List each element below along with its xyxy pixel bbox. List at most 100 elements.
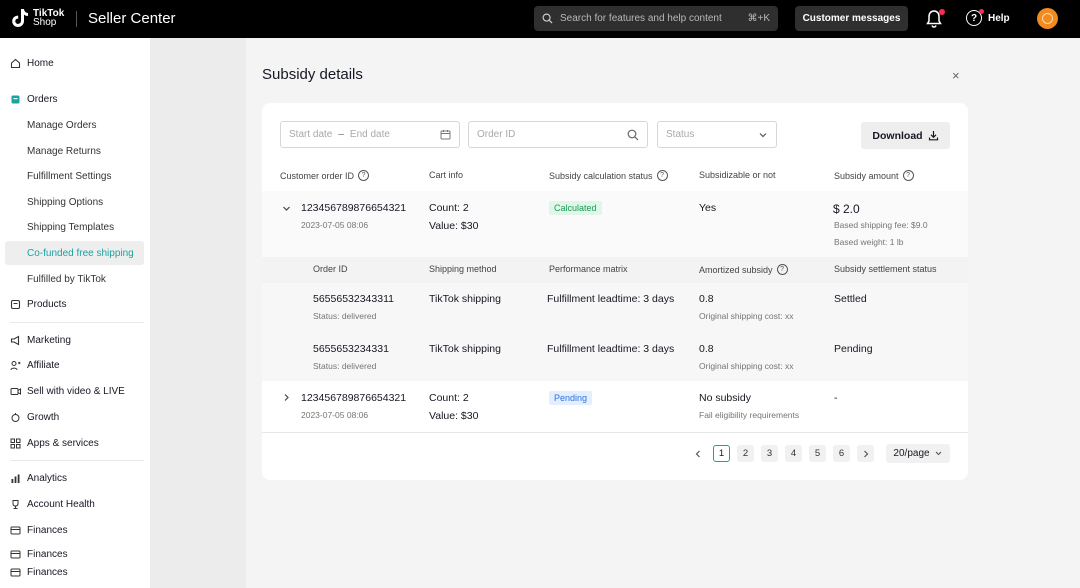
customer-order-id[interactable]: 123456789876654321 [301, 392, 406, 404]
subsidizable-value: Yes [699, 202, 717, 214]
cart-value: Value: $30 [429, 220, 479, 232]
logo-divider [76, 11, 77, 27]
chevron-down-icon [759, 132, 767, 137]
finances-icon [10, 549, 21, 560]
sidebar-item-account-health[interactable]: Account Health [0, 497, 150, 511]
sidebar-item-fulfillment-settings[interactable]: Fulfillment Settings [0, 169, 150, 183]
header-label: Cart info [429, 170, 464, 180]
based-shipping-fee: Based shipping fee: $9.0 [834, 220, 928, 230]
help-label: Help [988, 12, 1010, 24]
header-subsidizable: Subsidizable or not [699, 170, 776, 180]
sidebar-item-shipping-options[interactable]: Shipping Options [0, 195, 150, 209]
page-size-label: 20/page [893, 448, 930, 459]
apps-icon [10, 438, 21, 449]
sidebar-item-orders[interactable]: Orders [0, 92, 150, 106]
help-notification-dot [979, 9, 984, 14]
sidebar-item-finances[interactable]: Finances [0, 565, 150, 579]
help-button[interactable]: ? Help [966, 10, 1010, 26]
sidebar-item-label: Apps & services [27, 437, 99, 449]
status-badge: Pending [549, 391, 593, 405]
info-icon[interactable]: ? [902, 170, 914, 181]
search-icon [627, 129, 639, 140]
page-size-select[interactable]: 20/page [886, 444, 950, 463]
sidebar-item-apps-services[interactable]: Apps & services [0, 436, 150, 450]
sidebar-item-label: Marketing [27, 334, 71, 346]
search-input[interactable]: Search for features and help content ⌘+K [534, 6, 778, 31]
chevron-left-icon [695, 450, 700, 457]
sidebar-item-fulfilled-by-tiktok[interactable]: Fulfilled by TikTok [0, 272, 150, 286]
chevron-down-icon[interactable] [282, 204, 291, 213]
sidebar-item-analytics[interactable]: Analytics [0, 471, 150, 485]
customer-order-id[interactable]: 123456789876654321 [301, 202, 406, 214]
sub-order-id[interactable]: 56556532343311 [313, 293, 394, 305]
sidebar-item-co-funded-free-shipping[interactable]: Co-funded free shipping [5, 241, 144, 265]
finances-icon [10, 525, 21, 536]
sub-order-id[interactable]: 5655653234331 [313, 343, 389, 355]
home-icon [10, 58, 21, 69]
chevron-right-icon [863, 450, 868, 457]
analytics-icon [10, 473, 21, 484]
notification-dot [939, 9, 945, 15]
subsidizable-value: No subsidy [699, 392, 751, 404]
subsidizable-note: Fail eligibility requirements [699, 410, 800, 420]
megaphone-icon [10, 335, 21, 346]
app-title: Seller Center [88, 10, 176, 27]
sidebar-item-sell-with-video-live[interactable]: Sell with video & LIVE [0, 384, 150, 398]
page-5-button[interactable]: 5 [809, 445, 826, 462]
sidebar-item-finances[interactable]: Finances [0, 523, 150, 537]
sidebar-item-growth[interactable]: Growth [0, 410, 150, 424]
page-2-button[interactable]: 2 [737, 445, 754, 462]
chevron-right-icon[interactable] [282, 393, 291, 402]
page-6-button[interactable]: 6 [833, 445, 850, 462]
sidebar-item-label: Home [27, 57, 54, 69]
download-button[interactable]: Download [861, 122, 950, 149]
customer-messages-button[interactable]: Customer messages [795, 6, 908, 31]
settlement-status: Settled [834, 293, 867, 305]
sidebar-item-shipping-templates[interactable]: Shipping Templates [0, 220, 150, 234]
subheader-performance: Performance matrix [549, 264, 628, 274]
sidebar-item-home[interactable]: Home [0, 56, 150, 70]
page-title: Subsidy details [262, 66, 363, 83]
search-placeholder: Search for features and help content [560, 13, 722, 24]
sidebar-item-products[interactable]: Products [0, 297, 150, 311]
start-date: Start date [289, 129, 333, 140]
finances-icon [10, 567, 21, 578]
sidebar-divider [10, 460, 144, 461]
sidebar-item-manage-returns[interactable]: Manage Returns [0, 144, 150, 158]
chevron-down-icon [935, 451, 941, 456]
header-label: Amortized subsidy [699, 264, 773, 275]
products-icon [10, 299, 21, 310]
cart-count: Count: 2 [429, 202, 469, 214]
info-icon[interactable]: ? [776, 264, 788, 275]
subheader-settlement: Subsidy settlement status [834, 264, 937, 274]
close-icon[interactable]: × [952, 68, 960, 83]
page-3-button[interactable]: 3 [761, 445, 778, 462]
top-bar: TikTok Shop Seller Center Search for fea… [0, 0, 1080, 38]
header-label: Subsidy settlement status [834, 264, 937, 274]
page-1-button[interactable]: 1 [713, 445, 730, 462]
video-icon [10, 386, 21, 397]
order-id-input[interactable]: Order ID [468, 121, 648, 148]
date-separator: – [338, 129, 344, 140]
header-label: Subsidizable or not [699, 170, 776, 180]
shipping-method: TikTok shipping [429, 343, 501, 355]
date-range-picker[interactable]: Start date – End date [280, 121, 460, 148]
subsidy-amount: $ 2.0 [833, 202, 860, 216]
sidebar-item-label: Analytics [27, 472, 68, 484]
settlement-status: Pending [834, 343, 873, 355]
header-label: Shipping method [429, 264, 497, 274]
sidebar-item-affiliate[interactable]: Affiliate [0, 358, 150, 372]
status-select[interactable]: Status [657, 121, 777, 148]
tiktok-shop-logo[interactable]: TikTok Shop [10, 7, 64, 29]
sidebar-item-marketing[interactable]: Marketing [0, 333, 150, 347]
order-id-placeholder: Order ID [477, 129, 516, 140]
info-icon[interactable]: ? [358, 170, 370, 181]
page-4-button[interactable]: 4 [785, 445, 802, 462]
header-label: Customer order ID [280, 170, 355, 181]
next-page-button[interactable] [857, 445, 874, 462]
sidebar-item-finances[interactable]: Finances [0, 547, 150, 561]
info-icon[interactable]: ? [656, 170, 668, 181]
sidebar-item-manage-orders[interactable]: Manage Orders [0, 118, 150, 132]
avatar[interactable] [1037, 8, 1058, 29]
prev-page-button[interactable] [689, 445, 706, 462]
